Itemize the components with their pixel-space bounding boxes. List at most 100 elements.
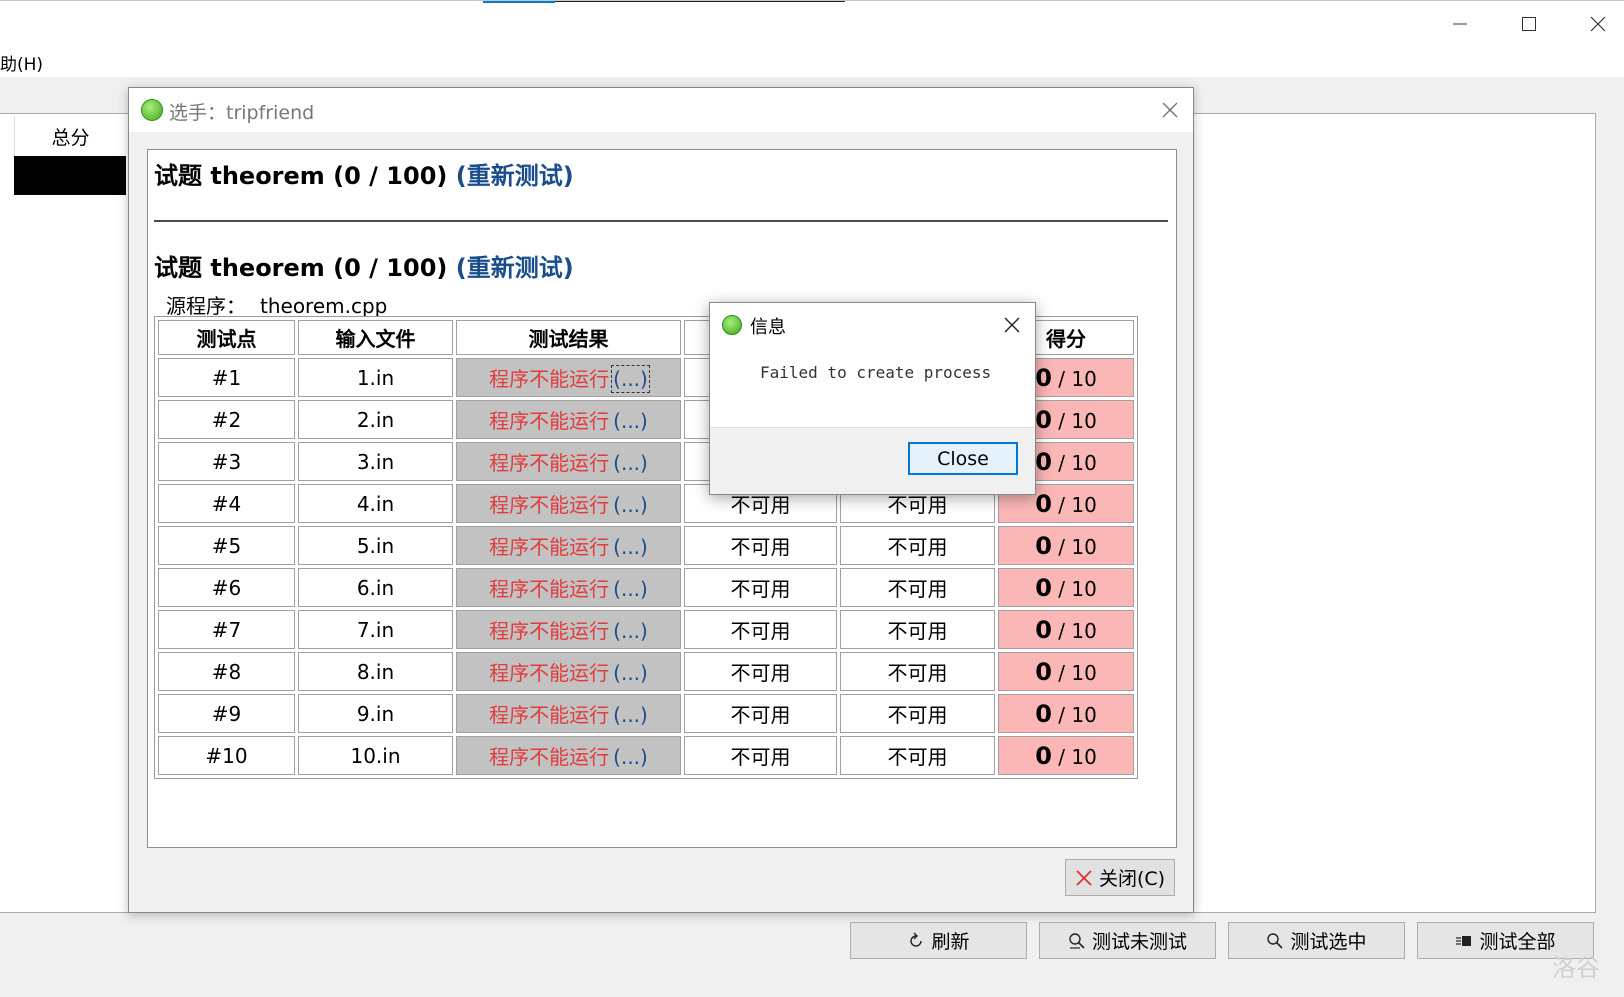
score-cell: 0 / 10 bbox=[998, 526, 1134, 565]
col5-cell: 不可用 bbox=[840, 736, 995, 775]
input-file-cell: 5.in bbox=[298, 526, 453, 565]
col4-cell: 不可用 bbox=[684, 694, 837, 733]
test-point-cell: #6 bbox=[158, 568, 295, 607]
result-details-link[interactable]: (...) bbox=[613, 619, 648, 643]
col5-cell: 不可用 bbox=[840, 652, 995, 691]
result-details-link[interactable]: (...) bbox=[613, 409, 648, 433]
source-filename: theorem.cpp bbox=[260, 294, 388, 318]
minimize-button[interactable] bbox=[1437, 7, 1483, 41]
message-title: 信息 bbox=[750, 317, 786, 338]
dialog-title: 选手：tripfriend bbox=[169, 102, 315, 124]
table-row: #10 10.in 程序不能运行 (...) 不可用 不可用 0 / 10 bbox=[158, 736, 1134, 775]
app-lemon-icon bbox=[722, 315, 742, 335]
test-point-cell: #10 bbox=[158, 736, 295, 775]
list-header-total[interactable]: 总分 bbox=[14, 116, 126, 156]
input-file-cell: 1.in bbox=[298, 358, 453, 397]
header-test-point: 测试点 bbox=[158, 320, 295, 355]
col4-cell: 不可用 bbox=[684, 568, 837, 607]
result-cell: 程序不能运行 (...) bbox=[456, 568, 681, 607]
test-all-icon bbox=[1456, 935, 1472, 946]
test-untested-button[interactable]: 测试未测试 bbox=[1039, 922, 1216, 959]
score-value: 0 bbox=[1035, 699, 1052, 728]
result-text: 程序不能运行 bbox=[489, 661, 610, 685]
result-details-panel[interactable]: 试题 theorem (0 / 100) (重新测试) 试题 theorem (… bbox=[147, 149, 1177, 848]
score-full: / 10 bbox=[1058, 366, 1097, 391]
result-text: 程序不能运行 bbox=[489, 451, 610, 475]
table-row: #8 8.in 程序不能运行 (...) 不可用 不可用 0 / 10 bbox=[158, 652, 1134, 691]
result-cell: 程序不能运行 (...) bbox=[456, 736, 681, 775]
watermark: 洛谷 bbox=[1552, 954, 1600, 982]
refresh-icon bbox=[910, 932, 923, 947]
input-file-cell: 10.in bbox=[298, 736, 453, 775]
result-text: 程序不能运行 bbox=[489, 745, 610, 769]
score-full: / 10 bbox=[1058, 492, 1097, 517]
score-full: / 10 bbox=[1058, 618, 1097, 643]
close-window-button[interactable] bbox=[1575, 7, 1621, 41]
score-value: 0 bbox=[1035, 405, 1052, 434]
message-text: Failed to create process bbox=[760, 363, 992, 382]
score-full: / 10 bbox=[1058, 702, 1097, 727]
result-details-link[interactable]: (...) bbox=[613, 745, 648, 769]
result-details-link[interactable]: (...) bbox=[613, 703, 648, 727]
result-details-link[interactable]: (...) bbox=[613, 451, 648, 475]
menu-help[interactable]: 助(H) bbox=[0, 50, 43, 75]
dialog-titlebar: 选手：tripfriend bbox=[129, 88, 1193, 132]
col5-cell: 不可用 bbox=[840, 694, 995, 733]
search-icon bbox=[1267, 932, 1284, 949]
retest-link[interactable]: (重新测试) bbox=[456, 162, 574, 190]
divider bbox=[154, 220, 1168, 222]
score-value: 0 bbox=[1035, 615, 1052, 644]
problem-heading: 试题 theorem (0 / 100) (重新测试) bbox=[154, 156, 574, 191]
test-point-cell: #4 bbox=[158, 484, 295, 523]
test-selected-button[interactable]: 测试选中 bbox=[1228, 922, 1405, 959]
col4-cell: 不可用 bbox=[684, 736, 837, 775]
close-icon bbox=[1004, 317, 1020, 333]
dialog-close-c-button[interactable]: 关闭(C) bbox=[1065, 859, 1175, 896]
result-cell: 程序不能运行 (...) bbox=[456, 484, 681, 523]
col5-cell: 不可用 bbox=[840, 526, 995, 565]
result-text: 程序不能运行 bbox=[489, 535, 610, 559]
score-full: / 10 bbox=[1058, 408, 1097, 433]
score-cell: 0 / 10 bbox=[998, 652, 1134, 691]
close-icon bbox=[1590, 16, 1606, 32]
result-details-link[interactable]: (...) bbox=[613, 535, 648, 559]
info-message-box: 信息 Failed to create process Close bbox=[709, 302, 1036, 495]
score-value: 0 bbox=[1035, 573, 1052, 602]
message-close-button[interactable]: Close bbox=[908, 442, 1018, 475]
title-divider bbox=[555, 1, 845, 2]
test-point-cell: #8 bbox=[158, 652, 295, 691]
result-details-link[interactable]: (...) bbox=[613, 577, 648, 601]
score-value: 0 bbox=[1035, 657, 1052, 686]
result-details-link[interactable]: (...) bbox=[613, 493, 648, 517]
maximize-button[interactable] bbox=[1506, 7, 1552, 41]
test-all-label: 测试全部 bbox=[1479, 931, 1556, 953]
score-value: 0 bbox=[1035, 741, 1052, 770]
result-cell: 程序不能运行 (...) bbox=[456, 442, 681, 481]
problem-title: 试题 theorem (0 / 100) bbox=[154, 162, 448, 190]
col4-cell: 不可用 bbox=[684, 526, 837, 565]
dialog-close-button[interactable] bbox=[1153, 95, 1187, 125]
result-cell: 程序不能运行 (...) bbox=[456, 694, 681, 733]
result-details-link[interactable]: (...) bbox=[613, 661, 648, 685]
result-cell: 程序不能运行 (...) bbox=[456, 358, 681, 397]
menu-bar: 助(H) bbox=[0, 45, 1624, 77]
refresh-button[interactable]: 刷新 bbox=[850, 922, 1027, 959]
list-selected-cell[interactable] bbox=[14, 156, 126, 195]
red-x-icon bbox=[1076, 869, 1092, 886]
retest-link[interactable]: (重新测试) bbox=[456, 254, 574, 282]
title-accent-bar bbox=[483, 1, 555, 3]
input-file-cell: 2.in bbox=[298, 400, 453, 439]
test-point-cell: #9 bbox=[158, 694, 295, 733]
result-details-link[interactable]: (...) bbox=[611, 365, 650, 393]
score-cell: 0 / 10 bbox=[998, 694, 1134, 733]
problem-heading: 试题 theorem (0 / 100) (重新测试) bbox=[154, 248, 574, 283]
result-cell: 程序不能运行 (...) bbox=[456, 652, 681, 691]
table-row: #9 9.in 程序不能运行 (...) 不可用 不可用 0 / 10 bbox=[158, 694, 1134, 733]
score-full: / 10 bbox=[1058, 744, 1097, 769]
result-cell: 程序不能运行 (...) bbox=[456, 400, 681, 439]
score-cell: 0 / 10 bbox=[998, 610, 1134, 649]
problem-title: 试题 theorem (0 / 100) bbox=[154, 254, 448, 282]
message-close-x-button[interactable] bbox=[997, 311, 1027, 339]
test-point-cell: #2 bbox=[158, 400, 295, 439]
score-full: / 10 bbox=[1058, 576, 1097, 601]
